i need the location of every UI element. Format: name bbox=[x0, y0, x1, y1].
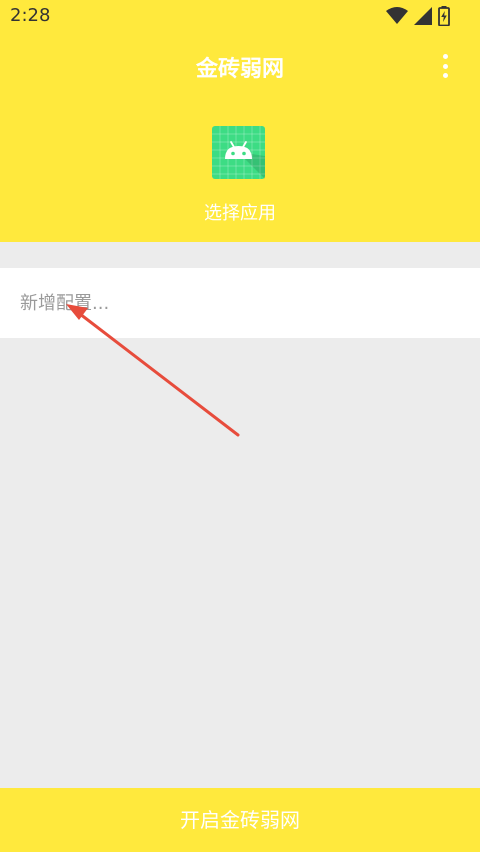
status-bar: 2:28 bbox=[0, 0, 480, 34]
more-options-button[interactable] bbox=[438, 52, 452, 80]
more-vertical-icon bbox=[442, 54, 448, 59]
signal-icon bbox=[414, 7, 432, 25]
more-dot bbox=[442, 63, 448, 69]
select-app-label[interactable]: 选择应用 bbox=[0, 199, 480, 225]
battery-charging-icon bbox=[438, 6, 450, 26]
config-row[interactable] bbox=[0, 268, 480, 338]
start-weak-network-button[interactable]: 开启金砖弱网 bbox=[0, 788, 480, 852]
status-icons bbox=[380, 6, 450, 26]
app-title: 金砖弱网 bbox=[195, 57, 284, 82]
app-bar: 金砖弱网 选择应用 bbox=[0, 34, 480, 242]
more-dot bbox=[442, 73, 448, 78]
status-time: 2:28 bbox=[10, 5, 51, 26]
android-icon[interactable] bbox=[212, 126, 265, 179]
new-config-input[interactable] bbox=[20, 268, 460, 338]
wifi-icon bbox=[386, 7, 408, 24]
